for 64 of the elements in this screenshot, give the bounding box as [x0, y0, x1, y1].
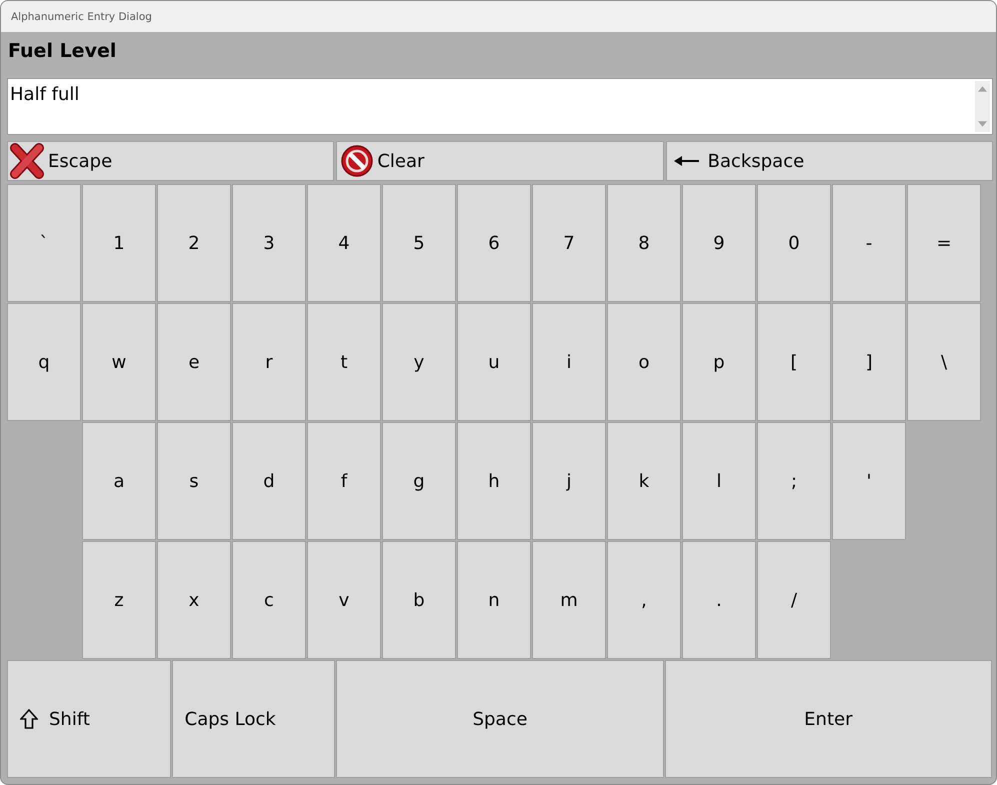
keyboard-key[interactable]: n — [457, 541, 531, 659]
clear-button[interactable]: Clear — [336, 141, 664, 181]
keyboard-key[interactable]: 8 — [607, 184, 681, 302]
keyboard-key[interactable]: h — [457, 422, 531, 540]
up-arrow-icon — [20, 709, 38, 729]
keyboard-key[interactable]: ` — [7, 184, 81, 302]
keyboard-key[interactable]: t — [307, 303, 381, 421]
keyboard-key[interactable]: w — [82, 303, 156, 421]
keyboard-key[interactable]: m — [532, 541, 606, 659]
keyboard-key[interactable]: 3 — [232, 184, 306, 302]
backspace-button[interactable]: Backspace — [666, 141, 993, 181]
window-title: Alphanumeric Entry Dialog — [11, 10, 152, 22]
keyboard-key[interactable]: [ — [757, 303, 831, 421]
keyboard-key[interactable]: v — [307, 541, 381, 659]
left-arrow-icon — [674, 155, 700, 167]
keyboard-key[interactable]: c — [232, 541, 306, 659]
keyboard-key[interactable]: 0 — [757, 184, 831, 302]
keyboard-key[interactable]: e — [157, 303, 231, 421]
keyboard-key[interactable]: , — [607, 541, 681, 659]
keyboard-key[interactable]: r — [232, 303, 306, 421]
text-entry-field[interactable]: Half full — [7, 78, 993, 135]
shift-key[interactable]: Shift — [7, 660, 171, 778]
keyboard-key[interactable]: b — [382, 541, 456, 659]
keyboard-key[interactable]: s — [157, 422, 231, 540]
keyboard-key[interactable]: g — [382, 422, 456, 540]
keyboard-key[interactable]: i — [532, 303, 606, 421]
keyboard-key[interactable]: ] — [832, 303, 906, 421]
scroll-up-icon[interactable] — [978, 86, 987, 92]
keyboard-key[interactable]: y — [382, 303, 456, 421]
keyboard-key[interactable]: . — [682, 541, 756, 659]
keyboard-key[interactable]: u — [457, 303, 531, 421]
enter-key[interactable]: Enter — [664, 660, 992, 778]
keyboard-key[interactable]: 5 — [382, 184, 456, 302]
keyboard-key[interactable]: o — [607, 303, 681, 421]
keyboard-key[interactable]: a — [82, 422, 156, 540]
space-key[interactable]: Space — [336, 660, 664, 778]
keyboard-key[interactable]: = — [907, 184, 981, 302]
prompt-label: Fuel Level — [8, 39, 116, 64]
scrollbar[interactable] — [975, 81, 990, 132]
keyboard-key[interactable]: 4 — [307, 184, 381, 302]
keyboard-key[interactable]: 9 — [682, 184, 756, 302]
keyboard-key[interactable]: / — [757, 541, 831, 659]
keyboard-key[interactable]: - — [832, 184, 906, 302]
keyboard-key[interactable]: l — [682, 422, 756, 540]
keyboard-key[interactable]: d — [232, 422, 306, 540]
keyboard-key[interactable]: p — [682, 303, 756, 421]
no-entry-icon — [341, 145, 374, 177]
keyboard-key[interactable]: 7 — [532, 184, 606, 302]
escape-button[interactable]: Escape — [7, 141, 334, 181]
keyboard-key[interactable]: z — [82, 541, 156, 659]
keyboard-key[interactable]: 2 — [157, 184, 231, 302]
keyboard-key[interactable]: f — [307, 422, 381, 540]
keyboard-key[interactable]: x — [157, 541, 231, 659]
keyboard-key[interactable]: ' — [832, 422, 906, 540]
keyboard-key[interactable]: q — [7, 303, 81, 421]
keyboard-key[interactable]: 1 — [82, 184, 156, 302]
keyboard-key[interactable]: j — [532, 422, 606, 540]
keyboard-key[interactable]: \ — [907, 303, 981, 421]
keyboard-key[interactable]: 6 — [457, 184, 531, 302]
keyboard-key[interactable]: k — [607, 422, 681, 540]
cross-icon — [10, 143, 44, 179]
keyboard-key[interactable]: ; — [757, 422, 831, 540]
caps-lock-key[interactable]: Caps Lock — [172, 660, 336, 778]
scroll-down-icon[interactable] — [978, 121, 987, 127]
